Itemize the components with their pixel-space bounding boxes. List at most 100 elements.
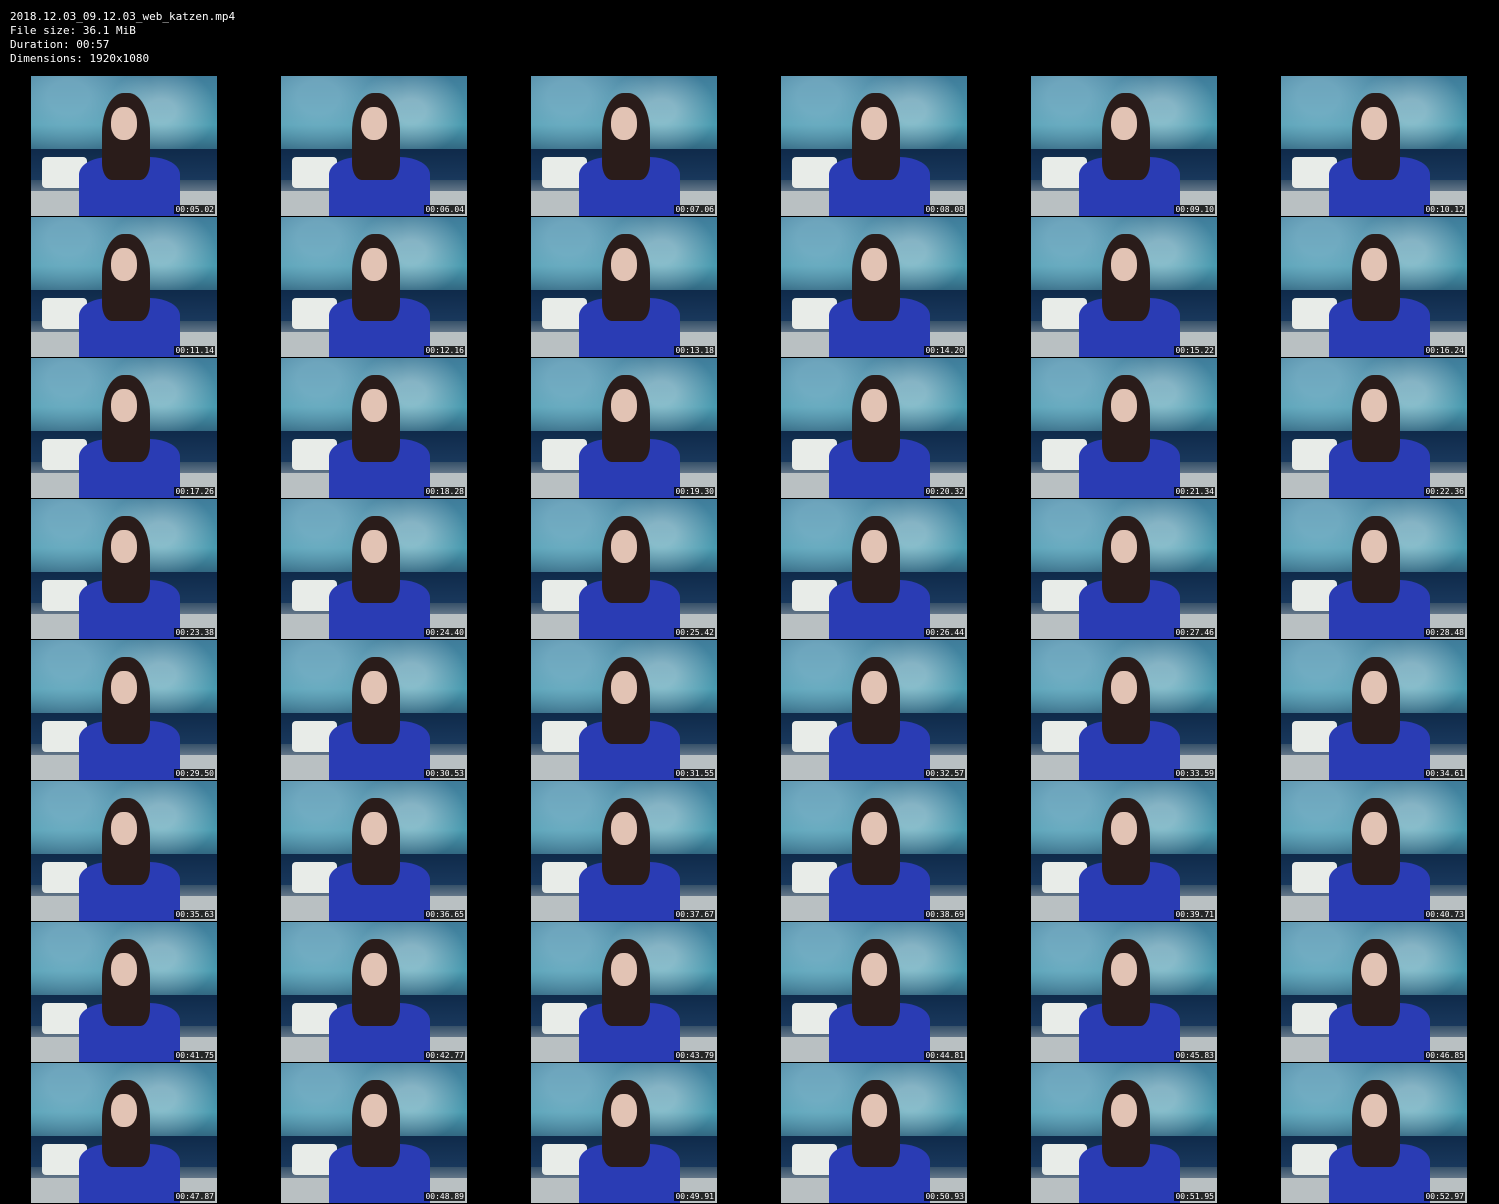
frame-face [1110,247,1137,282]
frame-face [1110,529,1137,564]
frame-face [1360,811,1387,846]
frame-face [360,388,387,423]
frame-face [360,1093,387,1128]
timestamp-label: 00:25.42 [674,628,715,637]
frame-face [1110,1093,1137,1128]
timestamp-label: 00:43.79 [674,1051,715,1060]
video-thumbnail: 00:45.83 [1031,922,1217,1062]
frame-face [360,529,387,564]
video-thumbnail: 00:18.28 [281,358,467,498]
timestamp-label: 00:31.55 [674,769,715,778]
timestamp-label: 00:45.83 [1174,1051,1215,1060]
video-thumbnail: 00:09.10 [1031,76,1217,216]
frame-face [610,811,637,846]
frame-face [610,1093,637,1128]
timestamp-label: 00:07.06 [674,205,715,214]
timestamp-label: 00:46.85 [1424,1051,1465,1060]
frame-face [360,106,387,141]
timestamp-label: 00:06.04 [424,205,465,214]
frame-face [860,247,887,282]
timestamp-label: 00:12.16 [424,346,465,355]
video-thumbnail: 00:25.42 [531,499,717,639]
video-thumbnail: 00:32.57 [781,640,967,780]
video-thumbnail: 00:07.06 [531,76,717,216]
timestamp-label: 00:27.46 [1174,628,1215,637]
timestamp-label: 00:32.57 [924,769,965,778]
timestamp-label: 00:13.18 [674,346,715,355]
frame-face [1110,388,1137,423]
video-thumbnail: 00:31.55 [531,640,717,780]
video-thumbnail: 00:52.97 [1281,1063,1467,1203]
video-thumbnail: 00:43.79 [531,922,717,1062]
timestamp-label: 00:41.75 [174,1051,215,1060]
frame-face [1360,952,1387,987]
frame-face [610,247,637,282]
timestamp-label: 00:22.36 [1424,487,1465,496]
frame-face [1360,529,1387,564]
timestamp-label: 00:11.14 [174,346,215,355]
timestamp-label: 00:38.69 [924,910,965,919]
timestamp-label: 00:15.22 [1174,346,1215,355]
timestamp-label: 00:23.38 [174,628,215,637]
frame-face [610,388,637,423]
frame-face [860,670,887,705]
video-thumbnail: 00:24.40 [281,499,467,639]
frame-face [110,670,137,705]
frame-face [1360,1093,1387,1128]
video-thumbnail: 00:28.48 [1281,499,1467,639]
timestamp-label: 00:20.32 [924,487,965,496]
video-thumbnail: 00:27.46 [1031,499,1217,639]
video-thumbnail: 00:50.93 [781,1063,967,1203]
video-thumbnail: 00:39.71 [1031,781,1217,921]
frame-face [360,247,387,282]
video-thumbnail: 00:37.67 [531,781,717,921]
video-thumbnail: 00:13.18 [531,217,717,357]
frame-face [860,388,887,423]
video-thumbnail: 00:47.87 [31,1063,217,1203]
dimensions: Dimensions: 1920x1080 [10,52,150,65]
video-thumbnail: 00:16.24 [1281,217,1467,357]
file-name: 2018.12.03_09.12.03_web_katzen.mp4 [10,10,236,23]
frame-face [1360,247,1387,282]
frame-face [1110,670,1137,705]
timestamp-label: 00:05.02 [174,205,215,214]
video-thumbnail: 00:36.65 [281,781,467,921]
video-thumbnail: 00:30.53 [281,640,467,780]
timestamp-label: 00:40.73 [1424,910,1465,919]
file-size: File size: 36.1 MiB [10,24,136,37]
frame-face [1360,388,1387,423]
timestamp-label: 00:35.63 [174,910,215,919]
video-thumbnail: 00:23.38 [31,499,217,639]
timestamp-label: 00:10.12 [1424,205,1465,214]
frame-face [110,811,137,846]
frame-face [110,388,137,423]
video-thumbnail: 00:05.02 [31,76,217,216]
duration: Duration: 00:57 [10,38,110,51]
video-thumbnail: 00:33.59 [1031,640,1217,780]
timestamp-label: 00:16.24 [1424,346,1465,355]
frame-face [1110,952,1137,987]
frame-face [610,106,637,141]
video-thumbnail: 00:48.89 [281,1063,467,1203]
timestamp-label: 00:19.30 [674,487,715,496]
video-thumbnail: 00:12.16 [281,217,467,357]
timestamp-label: 00:51.95 [1174,1192,1215,1201]
timestamp-label: 00:37.67 [674,910,715,919]
frame-face [360,670,387,705]
frame-face [610,670,637,705]
frame-face [110,1093,137,1128]
frame-face [110,106,137,141]
video-thumbnail: 00:46.85 [1281,922,1467,1062]
video-thumbnail: 00:51.95 [1031,1063,1217,1203]
video-thumbnail: 00:22.36 [1281,358,1467,498]
video-thumbnail: 00:29.50 [31,640,217,780]
video-thumbnail: 00:21.34 [1031,358,1217,498]
video-thumbnail: 00:15.22 [1031,217,1217,357]
timestamp-label: 00:36.65 [424,910,465,919]
timestamp-label: 00:18.28 [424,487,465,496]
frame-face [1110,106,1137,141]
thumbnail-grid: 00:05.02 00:06.04 00:07.06 00:08.08 00:09.10… [31,76,1468,1204]
frame-face [860,106,887,141]
timestamp-label: 00:30.53 [424,769,465,778]
video-thumbnail: 00:42.77 [281,922,467,1062]
